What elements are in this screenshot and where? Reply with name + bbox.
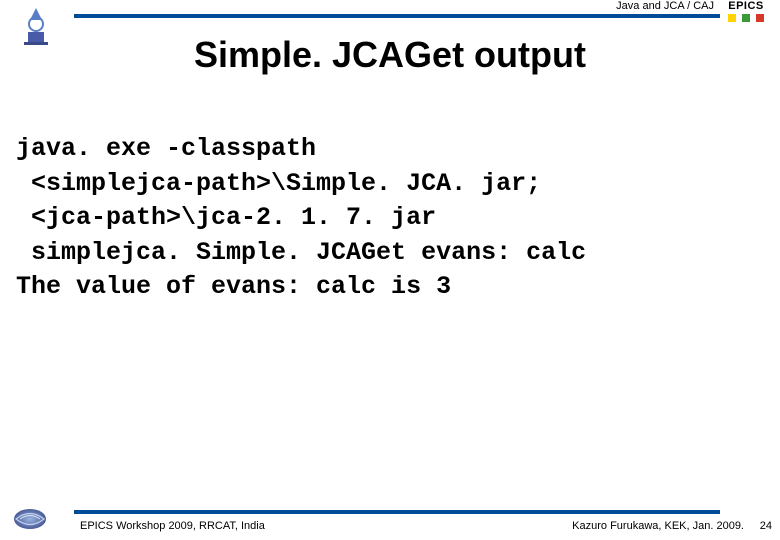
- slide-title: Simple. JCAGet output: [0, 34, 780, 76]
- code-line: <jca-path>\jca-2. 1. 7. jar: [16, 203, 436, 232]
- epics-logo-text: EPICS: [720, 0, 772, 12]
- code-block: java. exe -classpath <simplejca-path>\Si…: [16, 132, 764, 305]
- footer-page-number: 24: [760, 520, 772, 532]
- code-line: java. exe -classpath: [16, 134, 316, 163]
- footer-divider: [74, 510, 720, 514]
- epics-squares-icon: [728, 14, 764, 22]
- header-divider: [74, 14, 720, 18]
- square-yellow-icon: [728, 14, 736, 22]
- footer-logo: [12, 506, 52, 534]
- slide: Java and JCA / CAJ EPICS Simple. JCAGet …: [0, 0, 780, 540]
- square-red-icon: [756, 14, 764, 22]
- code-line: <simplejca-path>\Simple. JCA. jar;: [16, 169, 541, 198]
- slide-footer: EPICS Workshop 2009, RRCAT, India Kazuro…: [0, 504, 780, 540]
- swirl-icon: [12, 506, 48, 532]
- square-green-icon: [742, 14, 750, 22]
- code-line: The value of evans: calc is 3: [16, 272, 451, 301]
- footer-right-text: Kazuro Furukawa, KEK, Jan. 2009.: [572, 520, 744, 532]
- footer-left-text: EPICS Workshop 2009, RRCAT, India: [80, 520, 265, 532]
- header-topic: Java and JCA / CAJ: [616, 0, 714, 12]
- epics-logo: EPICS: [720, 0, 772, 22]
- code-line: simplejca. Simple. JCAGet evans: calc: [16, 238, 586, 267]
